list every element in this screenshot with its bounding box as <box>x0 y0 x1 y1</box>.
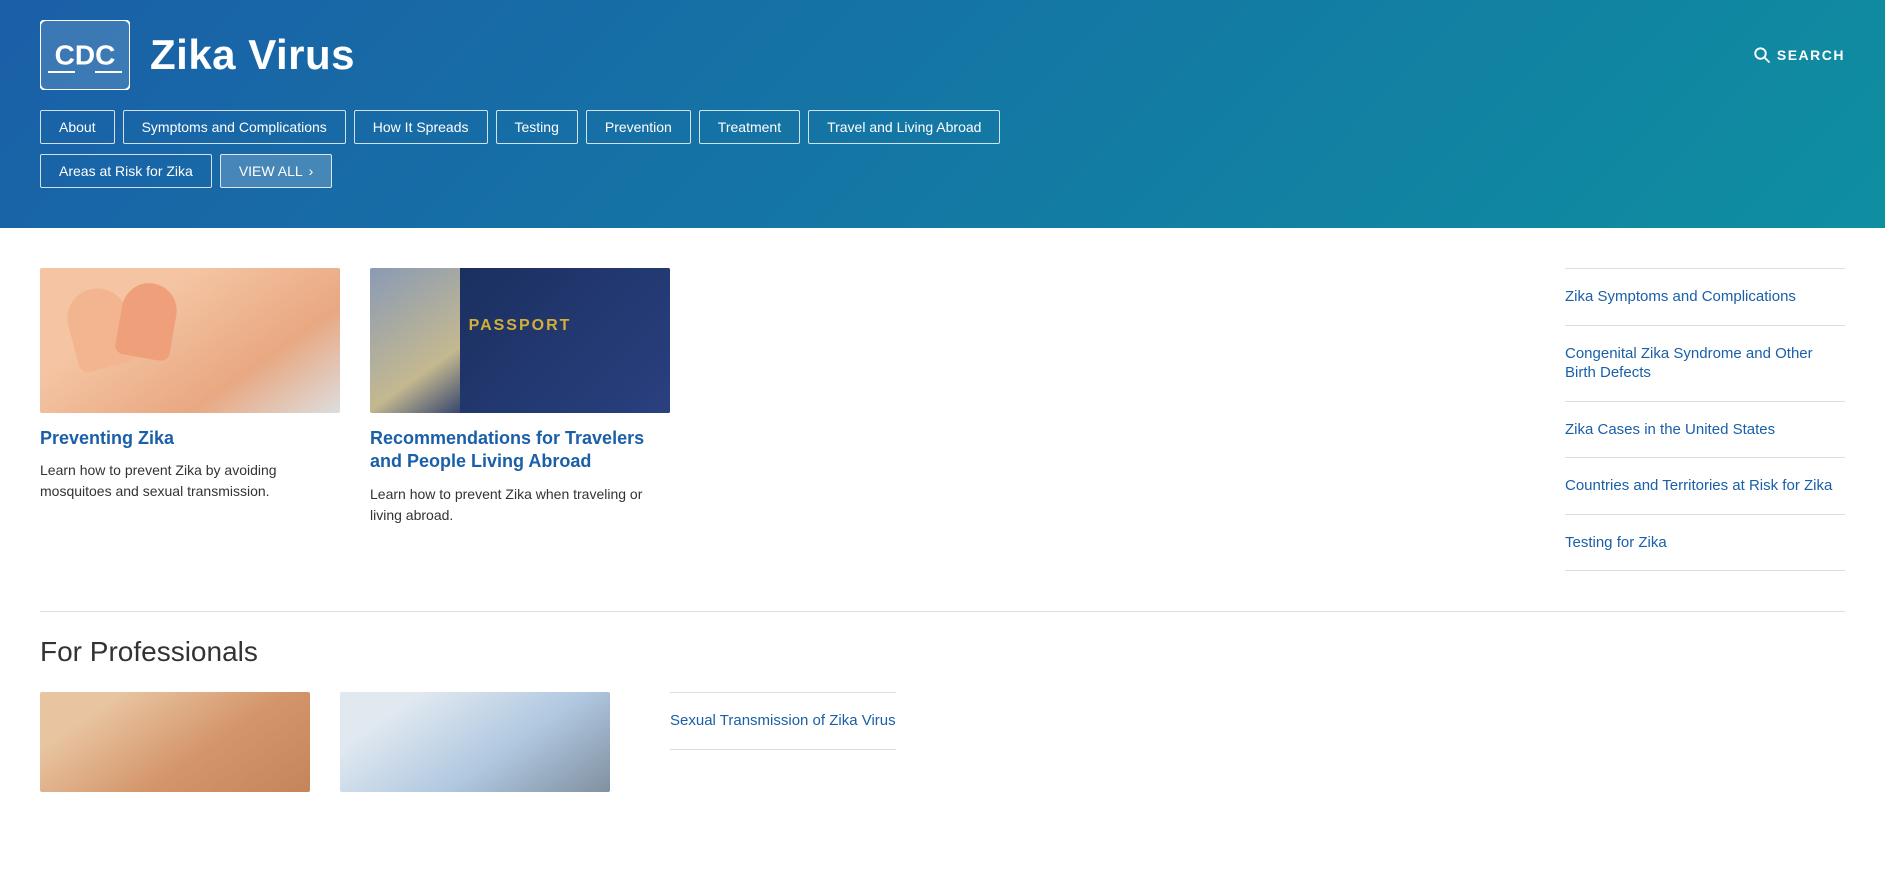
site-title: Zika Virus <box>150 31 355 79</box>
sidebar-link-sexual-transmission[interactable]: Sexual Transmission of Zika Virus <box>670 692 896 750</box>
card-preventing-zika: Preventing Zika Learn how to prevent Zik… <box>40 268 340 502</box>
recommendations-title[interactable]: Recommendations for Travelers and People… <box>370 427 670 474</box>
search-button[interactable]: SEARCH <box>1753 46 1845 64</box>
cdc-logo-icon: CDC <box>40 20 130 90</box>
prof-sidebar-links: Sexual Transmission of Zika Virus <box>670 692 896 792</box>
chevron-right-icon: › <box>309 163 314 179</box>
nav-treatment[interactable]: Treatment <box>699 110 800 144</box>
preventing-zika-image <box>40 268 340 413</box>
sidebar-links: Zika Symptoms and Complications Congenit… <box>1565 268 1845 571</box>
search-label: SEARCH <box>1777 47 1845 63</box>
recommendations-description: Learn how to prevent Zika when traveling… <box>370 484 670 526</box>
featured-cards: Preventing Zika Learn how to prevent Zik… <box>40 268 1505 571</box>
nav-how-it-spreads[interactable]: How It Spreads <box>354 110 488 144</box>
professionals-divider: For Professionals <box>40 611 1845 668</box>
sidebar-link-congenital-zika[interactable]: Congenital Zika Syndrome and Other Birth… <box>1565 326 1845 402</box>
nav-testing[interactable]: Testing <box>496 110 578 144</box>
professionals-section: For Professionals Sexual Transmission of… <box>0 571 1885 832</box>
nav-prevention[interactable]: Prevention <box>586 110 691 144</box>
header-brand: CDC Zika Virus <box>40 20 355 90</box>
nav-areas-at-risk[interactable]: Areas at Risk for Zika <box>40 154 212 188</box>
view-all-button[interactable]: VIEW ALL › <box>220 154 332 188</box>
sidebar-link-zika-cases-us[interactable]: Zika Cases in the United States <box>1565 402 1845 459</box>
recommendations-image <box>370 268 670 413</box>
sidebar-link-zika-symptoms[interactable]: Zika Symptoms and Complications <box>1565 268 1845 326</box>
site-header: CDC Zika Virus SEARCH About Symptoms and… <box>0 0 1885 228</box>
professionals-title: For Professionals <box>40 636 1845 668</box>
prof-card-doctor <box>340 692 610 792</box>
preventing-zika-description: Learn how to prevent Zika by avoiding mo… <box>40 460 340 502</box>
secondary-nav: Areas at Risk for Zika VIEW ALL › <box>40 154 1845 188</box>
sidebar-link-countries-risk[interactable]: Countries and Territories at Risk for Zi… <box>1565 458 1845 515</box>
search-icon <box>1753 46 1771 64</box>
nav-travel[interactable]: Travel and Living Abroad <box>808 110 1000 144</box>
svg-text:CDC: CDC <box>55 40 116 71</box>
main-area: Preventing Zika Learn how to prevent Zik… <box>0 228 1885 571</box>
prof-card-skin-image <box>40 692 310 792</box>
card-recommendations-travelers: Recommendations for Travelers and People… <box>370 268 670 526</box>
preventing-zika-title[interactable]: Preventing Zika <box>40 427 340 450</box>
professionals-cards: Sexual Transmission of Zika Virus <box>40 692 1845 792</box>
sidebar-link-testing-zika[interactable]: Testing for Zika <box>1565 515 1845 572</box>
nav-about[interactable]: About <box>40 110 115 144</box>
primary-nav: About Symptoms and Complications How It … <box>40 110 1845 144</box>
prof-card-doctor-image <box>340 692 610 792</box>
nav-symptoms[interactable]: Symptoms and Complications <box>123 110 346 144</box>
prof-card-skin <box>40 692 310 792</box>
